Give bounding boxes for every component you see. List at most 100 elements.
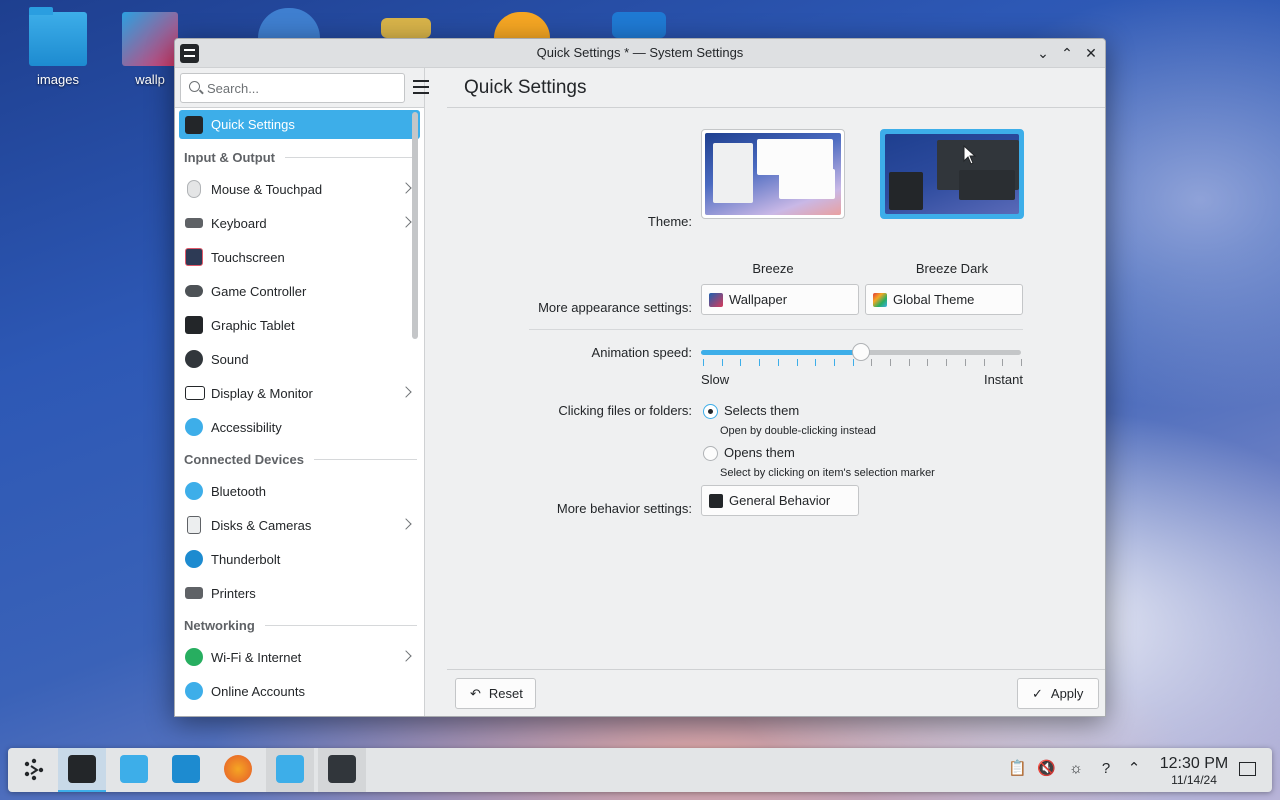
undo-icon: ↶	[470, 685, 481, 701]
folder-icon	[172, 755, 200, 783]
radio-hint-selects: Open by double-clicking instead	[720, 425, 876, 437]
wallpaper-button[interactable]: Wallpaper	[701, 284, 859, 315]
more-behavior-label: More behavior settings:	[556, 501, 692, 516]
button-label: General Behavior	[729, 493, 831, 508]
radio-hint-opens: Select by clicking on item's selection m…	[720, 467, 935, 479]
sidebar-item-thunderbolt[interactable]: Thunderbolt	[179, 542, 420, 576]
sidebar-item-printers[interactable]: Printers	[179, 576, 420, 610]
slider-tick	[1021, 359, 1022, 366]
search-input[interactable]	[207, 79, 397, 97]
section-header-networking: Networking	[175, 610, 417, 640]
maximize-button[interactable]: ⌃	[1057, 43, 1077, 63]
close-button[interactable]: ✕	[1081, 43, 1101, 63]
brightness-icon[interactable]: ☼	[1067, 760, 1085, 778]
clicking-label: Clicking files or folders:	[558, 403, 692, 418]
show-desktop-icon[interactable]	[1239, 762, 1256, 776]
taskbar-dolphin[interactable]	[266, 748, 314, 792]
sidebar-item-mouse[interactable]: Mouse & Touchpad	[179, 172, 420, 206]
chevron-right-icon	[400, 386, 412, 398]
main-content: Quick Settings Theme: Breeze Breeze Dark…	[447, 68, 1105, 716]
sidebar-item-keyboard[interactable]: Keyboard	[179, 206, 420, 240]
theme-card-breeze-dark[interactable]	[880, 129, 1024, 219]
monitor-icon	[185, 386, 205, 400]
titlebar[interactable]: Quick Settings * — System Settings ⌄ ⌃ ✕	[175, 39, 1105, 68]
taskbar-discover[interactable]	[110, 748, 158, 792]
slider-ticks	[703, 359, 1022, 367]
chevron-up-icon[interactable]: ⌃	[1125, 760, 1143, 778]
image-folder-icon	[122, 12, 178, 66]
slider-tick	[796, 359, 798, 366]
sidebar-item-disks[interactable]: Disks & Cameras	[179, 508, 420, 542]
sidebar-item-wifi[interactable]: Wi-Fi & Internet	[179, 640, 420, 674]
apply-button[interactable]: ✓ Apply	[1017, 678, 1099, 709]
button-label: Global Theme	[893, 292, 975, 307]
application-launcher[interactable]	[10, 748, 58, 792]
globe-icon	[185, 648, 203, 666]
global-theme-button[interactable]: Global Theme	[865, 284, 1023, 315]
sidebar-item-graphic-tablet[interactable]: Graphic Tablet	[179, 308, 420, 342]
gamepad-icon	[185, 285, 203, 297]
sidebar-item-label: Graphic Tablet	[211, 317, 295, 333]
hamburger-menu-button[interactable]	[413, 80, 429, 94]
slider-max-label: Instant	[983, 372, 1023, 387]
desktop-icon-wallpapers[interactable]: wallp	[120, 0, 180, 87]
sidebar-item-label: Wi-Fi & Internet	[211, 649, 302, 665]
sidebar-item-sound[interactable]: Sound	[179, 342, 420, 376]
wallpaper-icon	[709, 292, 723, 307]
sidebar-item-quick-settings[interactable]: Quick Settings	[179, 110, 420, 139]
sidebar-item-label: Touchscreen	[211, 249, 285, 265]
general-behavior-button[interactable]: General Behavior	[701, 485, 859, 516]
radio-selects-them[interactable]	[703, 404, 718, 419]
search-field[interactable]	[180, 73, 405, 103]
archive-desktop-icon[interactable]	[381, 18, 431, 38]
slider-tick	[908, 359, 910, 366]
theme-card-breeze[interactable]	[701, 129, 845, 219]
desktop-icon-label: wallp	[135, 72, 165, 87]
theme-name-breeze-dark: Breeze Dark	[915, 261, 989, 276]
help-icon[interactable]: ?	[1097, 760, 1115, 778]
sidebar-item-label: Keyboard	[211, 215, 267, 231]
theme-name-breeze: Breeze	[752, 261, 794, 276]
sidebar-item-online-accounts[interactable]: Online Accounts	[179, 674, 420, 708]
radio-opens-them[interactable]	[703, 446, 718, 461]
animation-speed-slider[interactable]	[701, 343, 1021, 361]
sidebar-item-game-controller[interactable]: Game Controller	[179, 274, 420, 308]
sidebar-item-label: Bluetooth	[211, 483, 266, 499]
search-row	[175, 68, 429, 108]
system-settings-window: Quick Settings * — System Settings ⌄ ⌃ ✕…	[174, 38, 1106, 717]
desktop-icon-images[interactable]: images	[18, 0, 98, 87]
touchscreen-icon	[185, 248, 203, 266]
sidebar-item-label: Game Controller	[211, 283, 307, 299]
clipboard-icon[interactable]: 📋	[1008, 760, 1027, 778]
kde-logo-icon	[24, 758, 44, 781]
minimize-button[interactable]: ⌄	[1033, 43, 1053, 63]
sidebar-list: Quick Settings Input & Output Mouse & To…	[175, 108, 425, 716]
slider-tick	[1002, 359, 1004, 366]
system-settings-icon	[68, 755, 96, 783]
volume-muted-icon[interactable]: 🔇	[1037, 760, 1056, 778]
desktop-icon-label: images	[37, 72, 79, 87]
clock[interactable]: 12:30 PM 11/14/24	[1154, 755, 1234, 787]
clock-date: 11/14/24	[1171, 773, 1217, 787]
global-theme-icon	[873, 292, 887, 307]
taskbar-terminal[interactable]	[318, 748, 366, 792]
taskbar-system-settings[interactable]	[58, 748, 106, 792]
radio-label-selects[interactable]: Selects them	[724, 403, 799, 418]
reset-button[interactable]: ↶ Reset	[455, 678, 536, 709]
sidebar-scrollbar[interactable]	[412, 112, 418, 339]
sidebar-item-accessibility[interactable]: Accessibility	[179, 410, 420, 444]
taskbar: 📋 🔇 ☼ ? ⌃ 12:30 PM 11/14/24	[8, 748, 1272, 792]
slider-tick	[703, 359, 704, 366]
bluetooth-icon	[185, 482, 203, 500]
taskbar-file-manager[interactable]	[162, 748, 210, 792]
vscode-desktop-icon[interactable]	[612, 12, 666, 38]
breeze-theme-thumbnail	[705, 133, 841, 215]
sidebar-item-touchscreen[interactable]: Touchscreen	[179, 240, 420, 274]
mouse-cursor-icon	[963, 145, 977, 165]
sidebar-item-bluetooth[interactable]: Bluetooth	[179, 474, 420, 508]
radio-label-opens[interactable]: Opens them	[724, 445, 795, 460]
sidebar-item-display[interactable]: Display & Monitor	[179, 376, 420, 410]
button-label: Apply	[1050, 686, 1084, 701]
page-title: Quick Settings	[447, 68, 1105, 108]
taskbar-firefox[interactable]	[214, 748, 262, 792]
